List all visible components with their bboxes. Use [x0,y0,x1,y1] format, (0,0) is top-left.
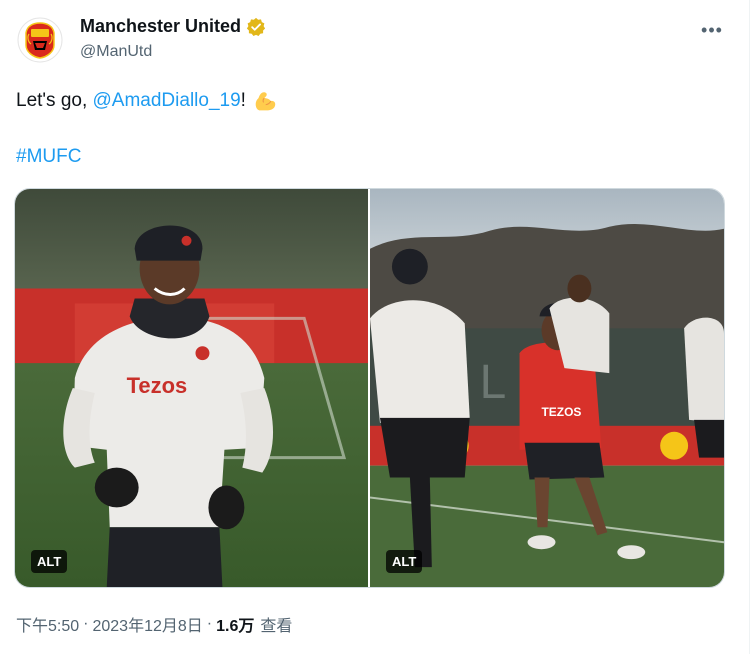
meta-separator: · [83,615,89,632]
author-name-row: Manchester United [80,16,266,37]
tweet-time[interactable]: 下午5:50 [16,612,79,636]
tweet-text-suffix: ! [240,90,246,111]
author-display-name[interactable]: Manchester United [80,16,241,37]
author-info: Manchester United @ManUtd [80,16,266,61]
more-options-icon[interactable]: ••• [698,18,726,42]
tweet-media: Tezos ALT L TEZOS ALT [14,188,725,588]
views-label: 查看 [260,618,293,635]
svg-text:L: L [480,356,507,409]
photo-2[interactable]: L TEZOS ALT [370,189,724,587]
training-session-photo: L TEZOS [370,189,724,587]
tweet-date[interactable]: 2023年12月8日 [92,612,202,636]
meta-separator-2: · [206,615,213,632]
tweet-card: Manchester United @ManUtd ••• Let's go, … [0,0,750,654]
alt-badge-2[interactable]: ALT [386,550,423,573]
tweet-text: Let's go, @AmadDiallo_19! [16,88,278,114]
alt-badge-1[interactable]: ALT [31,550,68,573]
tweet-text-prefix: Let's go, [16,90,88,111]
bib-sponsor-text: TEZOS [542,405,582,419]
author-handle[interactable]: @ManUtd [80,43,266,61]
verified-badge-icon[interactable] [246,17,266,37]
shirt-sponsor-text: Tezos [127,373,188,398]
avatar[interactable] [16,16,64,64]
flexed-biceps-emoji-icon [255,92,276,111]
views-count: 1.6万 [216,618,255,635]
tweet-meta: 下午5:50 · 2023年12月8日 · 1.6万 查看 [16,612,292,636]
mention-link[interactable]: @AmadDiallo_19 [93,90,241,112]
photo-1[interactable]: Tezos ALT [15,189,368,587]
tweet-header: Manchester United @ManUtd ••• [16,14,736,70]
player-smiling-photo: Tezos [15,189,368,587]
hashtag-link[interactable]: #MUFC [16,146,81,168]
manchester-united-crest-icon [17,17,63,63]
